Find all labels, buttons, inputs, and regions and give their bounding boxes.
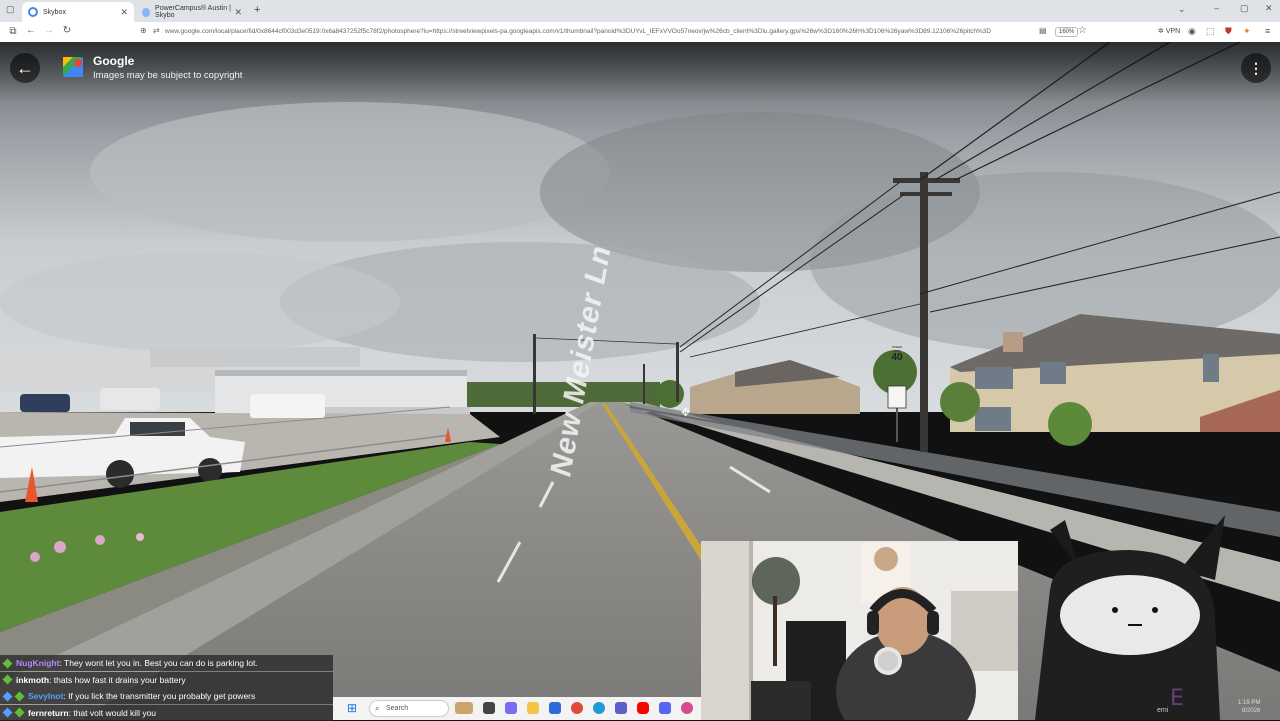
minimize-icon[interactable]: –	[1214, 3, 1219, 13]
new-tab-button[interactable]: +	[254, 4, 260, 16]
move-cursor-icon: ✥	[681, 407, 691, 419]
maximize-icon[interactable]: ▢	[1240, 3, 1249, 14]
chat-overlay: NugKnight : They wont let you in. Best y…	[0, 655, 333, 721]
taskbar-search[interactable]: ⌕ Search	[369, 700, 449, 717]
search-icon: ⌕	[375, 704, 380, 713]
chat-message: Sevylnot : If you lick the transmitter y…	[0, 688, 333, 704]
widget-icon[interactable]	[455, 702, 473, 714]
mascot-overlay: E	[1035, 515, 1225, 720]
sub-badge-icon	[2, 707, 13, 718]
tab-label: Skybox	[43, 8, 66, 16]
google-favicon-icon	[28, 7, 38, 17]
search-placeholder: Search	[386, 705, 409, 712]
google-maps-icon	[63, 57, 83, 77]
task-view-icon[interactable]	[483, 702, 495, 714]
tab-skybox[interactable]: Skybox ✕	[22, 2, 134, 22]
system-clock: 1:19 PM 8/2026	[1238, 699, 1260, 715]
webcam-feed	[701, 541, 1018, 720]
sub-badge-icon	[14, 691, 25, 701]
webcam-image	[701, 541, 1018, 720]
file-explorer-icon[interactable]	[527, 702, 539, 714]
more-options-button[interactable]: ⋮	[1241, 53, 1271, 83]
reader-icon[interactable]: ▤	[1039, 26, 1047, 35]
chat-message: fernreturn : that volt would kill you	[0, 704, 333, 721]
chat-username: Sevylnot	[28, 691, 64, 701]
tab-bar: Skybox ✕ PowerCampus® Austin | Skybo ✕ +…	[0, 0, 1280, 22]
sub-badge-icon	[2, 674, 13, 685]
tab-label: PowerCampus® Austin | Skybo	[155, 5, 231, 19]
chat-username: NugKnight	[16, 658, 60, 668]
app-icon[interactable]	[681, 702, 693, 714]
chevron-down-icon[interactable]: ⌄	[1178, 4, 1186, 15]
edge-icon[interactable]	[593, 702, 605, 714]
copilot-icon[interactable]	[505, 702, 517, 714]
menu-icon[interactable]: ≡	[1265, 26, 1270, 36]
vpn-button[interactable]: ✲ VPN	[1158, 27, 1180, 35]
profile-icon[interactable]: ◉	[1188, 26, 1196, 37]
address-bar: ⧉ ← → ↻ ⊕ ⇄ www.google.com/local/place/f…	[0, 22, 1280, 43]
zoom-indicator[interactable]: 160%	[1055, 27, 1079, 37]
teams-icon[interactable]	[615, 702, 627, 714]
extension-icon[interactable]: ✦	[1243, 26, 1251, 37]
page-title: Google	[93, 54, 135, 68]
vpn-label: VPN	[1165, 28, 1181, 35]
close-window-icon[interactable]: ✕	[1265, 3, 1273, 14]
reload-icon[interactable]: ↻	[58, 25, 76, 36]
chat-username: inkmoth	[16, 674, 50, 685]
chat-message: inkmoth : thats how fast it drains your …	[0, 671, 333, 688]
chat-message: NugKnight : They wont let you in. Best y…	[0, 655, 333, 671]
chat-text: : thats how fast it drains your battery	[49, 674, 186, 685]
sub-badge-icon	[2, 691, 13, 701]
back-button[interactable]: ←	[10, 53, 40, 83]
tab-actions-icon[interactable]: ▢	[6, 4, 15, 15]
chat-text: : that volt would kill you	[68, 707, 157, 718]
chat-text: : If you lick the transmitter you probab…	[63, 691, 256, 701]
url-field[interactable]: www.google.com/local/place/fid/0x8644cf0…	[165, 28, 1035, 35]
store-icon[interactable]	[549, 702, 561, 714]
map-favicon-icon	[142, 7, 151, 17]
opera-icon[interactable]	[571, 702, 583, 714]
taskbar: ⊞ ⌕ Search	[333, 697, 701, 720]
close-tab-icon[interactable]: ✕	[120, 7, 128, 18]
sub-badge-icon	[2, 658, 13, 668]
windows-start-icon[interactable]: ⊞	[347, 701, 357, 715]
extensions-icon[interactable]: ⬚	[1206, 26, 1215, 37]
copyright-notice: Images may be subject to copyright	[93, 70, 243, 81]
close-tab-icon[interactable]: ✕	[234, 7, 242, 18]
clock-date: 8/2026	[1242, 708, 1261, 714]
sidebar-icon[interactable]: ⧉	[4, 26, 22, 37]
shield-icon[interactable]: ⛊	[1225, 26, 1232, 37]
youtube-icon[interactable]	[637, 702, 649, 714]
clock-time: 1:19 PM	[1238, 700, 1261, 706]
chat-username: fernreturn	[28, 707, 69, 718]
site-info-icon[interactable]: ⊕	[140, 26, 147, 35]
sub-badge-icon	[14, 707, 25, 718]
back-icon[interactable]: ←	[22, 25, 40, 36]
speed-sign-value: 40	[891, 352, 903, 363]
bookmark-star-icon[interactable]: ☆	[1078, 25, 1087, 36]
overlay-name-tag: emi	[1157, 707, 1169, 714]
discord-icon[interactable]	[659, 702, 671, 714]
tune-icon[interactable]: ⇄	[153, 26, 160, 35]
forward-icon[interactable]: →	[40, 25, 58, 36]
chat-text: : They wont let you in. Best you can do …	[59, 658, 258, 668]
svg-text:E: E	[1170, 686, 1184, 711]
tab-powercampus[interactable]: PowerCampus® Austin | Skybo ✕	[136, 2, 248, 22]
